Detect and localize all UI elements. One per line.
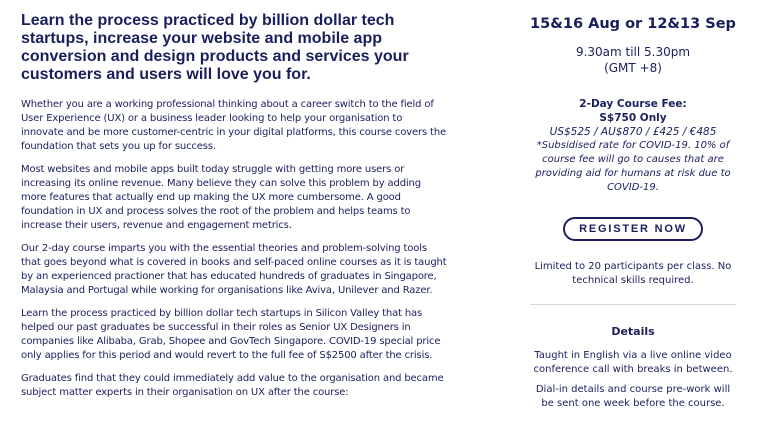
fee-price: S$750 Only: [599, 112, 667, 124]
register-now-button[interactable]: REGISTER NOW: [563, 217, 703, 241]
details-delivery-text: Taught in English via a live online vide…: [533, 350, 733, 375]
course-headline: Learn the process practiced by billion d…: [21, 12, 409, 83]
course-info-panel: 15&16 Aug or 12&13 Sep 9.30am till 5.30p…: [530, 12, 736, 411]
fee-alt-currencies: US$525 / AU$870 / £425 / €485: [549, 126, 717, 138]
fee-title: 2-Day Course Fee:: [579, 98, 687, 110]
intro-paragraph: Whether you are a working professional t…: [21, 99, 447, 152]
course-time: 9.30am till 5.30pm: [575, 45, 691, 59]
course-description: Learn the process practiced by billion d…: [21, 12, 447, 409]
problem-paragraph: Most websites and mobile apps built toda…: [21, 164, 421, 231]
course-dates: 15&16 Aug or 12&13 Sep: [530, 16, 736, 32]
graduates-paragraph: Learn the process practiced by billion d…: [21, 308, 441, 361]
class-limit-note: Limited to 20 participants per class. No…: [534, 261, 732, 286]
details-dialin-text: Dial-in details and course pre-work will…: [535, 384, 731, 409]
fee-subsidy-note: *Subsidised rate for COVID-19. 10% of co…: [535, 140, 731, 193]
course-timezone: (GMT +8): [604, 61, 662, 75]
outcomes-paragraph: Graduates find that they could immediate…: [21, 373, 444, 398]
course-overview-paragraph: Our 2-day course imparts you with the es…: [21, 243, 447, 296]
section-divider: [530, 304, 736, 305]
details-heading: Details: [611, 325, 655, 338]
